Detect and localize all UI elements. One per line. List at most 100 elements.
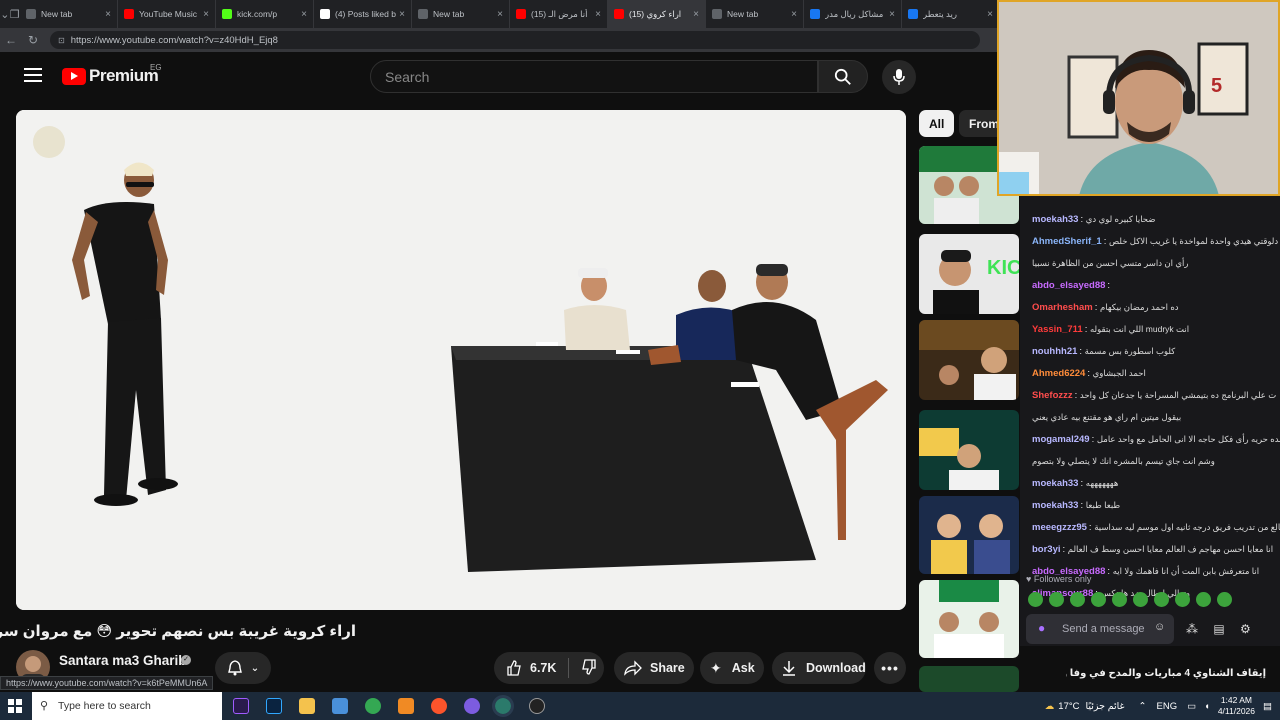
chat-message: بيقول ميتين ام راي هو مقتنع بيه عادي يعن… <box>1032 410 1280 424</box>
weather-icon[interactable]: ☁ <box>1045 701 1055 712</box>
voice-search-button[interactable] <box>882 60 916 94</box>
app-icon[interactable] <box>464 698 480 714</box>
recommended-video-thumbnail[interactable] <box>919 666 1019 692</box>
recommended-video-title[interactable]: إيقاف الشناوي 4 مباريات والمدح في وفا و <box>1066 668 1266 679</box>
emote-icon[interactable] <box>1091 592 1106 607</box>
youtube-logo[interactable]: Premium EG <box>62 63 162 86</box>
edge-icon[interactable] <box>492 695 514 717</box>
browser-tab[interactable]: New tab × <box>20 0 118 28</box>
close-tab-icon[interactable]: × <box>693 9 699 20</box>
weather-temp[interactable]: 17°C <box>1058 701 1079 712</box>
share-icon[interactable]: ⁂ <box>1186 622 1198 636</box>
url-field[interactable]: ⊡ https://www.youtube.com/watch?v=z40HdH… <box>50 31 980 49</box>
chat-username[interactable]: Ahmed6224 <box>1032 368 1085 379</box>
emote-icon[interactable] <box>1133 592 1148 607</box>
close-tab-icon[interactable]: × <box>105 9 111 20</box>
ask-button[interactable]: ✦ Ask <box>700 652 764 684</box>
emote-icon[interactable] <box>1112 592 1127 607</box>
premiere-app-icon[interactable] <box>233 698 249 714</box>
weather-text[interactable]: غائم جزئيًا <box>1086 701 1125 712</box>
network-icon[interactable]: ▭ <box>1187 701 1196 712</box>
browser-tab[interactable]: New tab × <box>412 0 510 28</box>
browser-tab[interactable]: kick.com/p × <box>216 0 314 28</box>
emoji-icon[interactable]: ☺ <box>1154 621 1165 633</box>
recommended-video-thumbnail[interactable] <box>919 320 1019 400</box>
subscribe-bell-button[interactable]: ⌄ <box>215 652 271 684</box>
emote-icon[interactable] <box>1175 592 1190 607</box>
browser-tab[interactable]: (15) أنا مرض الـ × <box>510 0 608 28</box>
chat-username[interactable]: meeegzzz95 <box>1032 522 1087 533</box>
chat-username[interactable]: moekah33 <box>1032 478 1078 489</box>
chat-username[interactable]: Omarhesham <box>1032 302 1093 313</box>
chat-message: وشم انت جاي تيسم بالمشره انك لا يتصلي ول… <box>1032 454 1280 468</box>
recommended-video-thumbnail[interactable] <box>919 496 1019 574</box>
close-tab-icon[interactable]: × <box>203 9 209 20</box>
microphone-icon[interactable]: ● <box>1038 621 1045 635</box>
vlc-icon[interactable] <box>398 698 414 714</box>
brave-icon[interactable] <box>431 698 447 714</box>
recommended-video-thumbnail[interactable]: KIC <box>919 234 1019 314</box>
close-tab-icon[interactable]: × <box>791 9 797 20</box>
emote-icon[interactable] <box>1028 592 1043 607</box>
photoshop-app-icon[interactable] <box>266 698 282 714</box>
more-actions-button[interactable]: ••• <box>874 652 906 684</box>
file-explorer-icon[interactable] <box>299 698 315 714</box>
close-tab-icon[interactable]: × <box>399 9 405 20</box>
chat-username[interactable]: nouhhh21 <box>1032 346 1077 357</box>
browser-tab[interactable]: مشاكل ريال مدر × <box>804 0 902 28</box>
close-tab-icon[interactable]: × <box>889 9 895 20</box>
site-info-icon[interactable]: ⊡ <box>58 36 65 45</box>
back-icon[interactable]: ← <box>0 33 22 47</box>
gear-icon[interactable]: ⚙ <box>1240 622 1251 636</box>
language-indicator[interactable]: ENG <box>1157 701 1178 712</box>
browser-tab[interactable]: (15) اراء كروي × <box>608 0 706 28</box>
video-player[interactable] <box>16 110 906 610</box>
chat-username[interactable]: bor3yi <box>1032 544 1061 555</box>
recommended-video-thumbnail[interactable] <box>919 580 1019 658</box>
clock[interactable]: 1:42 AM 4/11/2026 <box>1218 695 1255 717</box>
workspaces-icon[interactable]: ❐ <box>10 8 20 21</box>
emote-icon[interactable] <box>1217 592 1232 607</box>
notifications-icon[interactable]: ▤ <box>1263 701 1272 712</box>
emote-icon[interactable] <box>1196 592 1211 607</box>
taskbar-search-input[interactable]: ⚲ Type here to search <box>32 692 222 720</box>
browser-tab[interactable]: (4) Posts liked by × <box>314 0 412 28</box>
emote-icon[interactable] <box>1070 592 1085 607</box>
like-button[interactable]: 6.7K <box>506 660 556 676</box>
reload-icon[interactable]: ↻ <box>22 33 44 47</box>
chat-message-input[interactable]: ● Send a message ☺ <box>1026 614 1174 644</box>
close-tab-icon[interactable]: × <box>987 9 993 20</box>
emote-icon[interactable] <box>1154 592 1169 607</box>
browser-tab[interactable]: New tab × <box>706 0 804 28</box>
chat-username[interactable]: Shefozzz <box>1032 390 1073 401</box>
chat-username[interactable]: AhmedSherif_1 <box>1032 236 1102 247</box>
menu-icon[interactable] <box>24 68 42 82</box>
close-tab-icon[interactable]: × <box>595 9 601 20</box>
tray-chevron-icon[interactable]: ⌃ <box>1139 701 1147 712</box>
chat-username[interactable]: abdo_elsayed88 <box>1032 280 1105 291</box>
windows-start-icon[interactable] <box>8 699 22 713</box>
app-icon[interactable] <box>332 698 348 714</box>
channel-name[interactable]: Santara ma3 Gharib <box>59 653 187 668</box>
store-icon[interactable]: ▤ <box>1213 622 1224 636</box>
obs-icon[interactable] <box>529 698 545 714</box>
chat-username[interactable]: mogamal249 <box>1032 434 1090 445</box>
volume-icon[interactable]: ◖ <box>1204 701 1210 712</box>
browser-tab[interactable]: ريد يتعطر × <box>902 0 1000 28</box>
recommended-video-thumbnail[interactable] <box>919 410 1019 490</box>
dislike-button[interactable] <box>581 658 597 678</box>
close-tab-icon[interactable]: × <box>301 9 307 20</box>
chat-username[interactable]: moekah33 <box>1032 214 1078 225</box>
chat-username[interactable]: moekah33 <box>1032 500 1078 511</box>
tab-search-icon[interactable]: ⌄ <box>0 8 9 21</box>
search-button[interactable] <box>818 60 868 93</box>
chip-all[interactable]: All <box>919 110 955 137</box>
download-button[interactable]: Download <box>772 652 866 684</box>
search-input[interactable]: Search <box>370 60 818 93</box>
chat-username[interactable]: Yassin_711 <box>1032 324 1083 335</box>
close-tab-icon[interactable]: × <box>497 9 503 20</box>
share-button[interactable]: Share <box>614 652 694 684</box>
browser-tab[interactable]: YouTube Music × <box>118 0 216 28</box>
emote-icon[interactable] <box>1049 592 1064 607</box>
chrome-icon[interactable] <box>365 698 381 714</box>
